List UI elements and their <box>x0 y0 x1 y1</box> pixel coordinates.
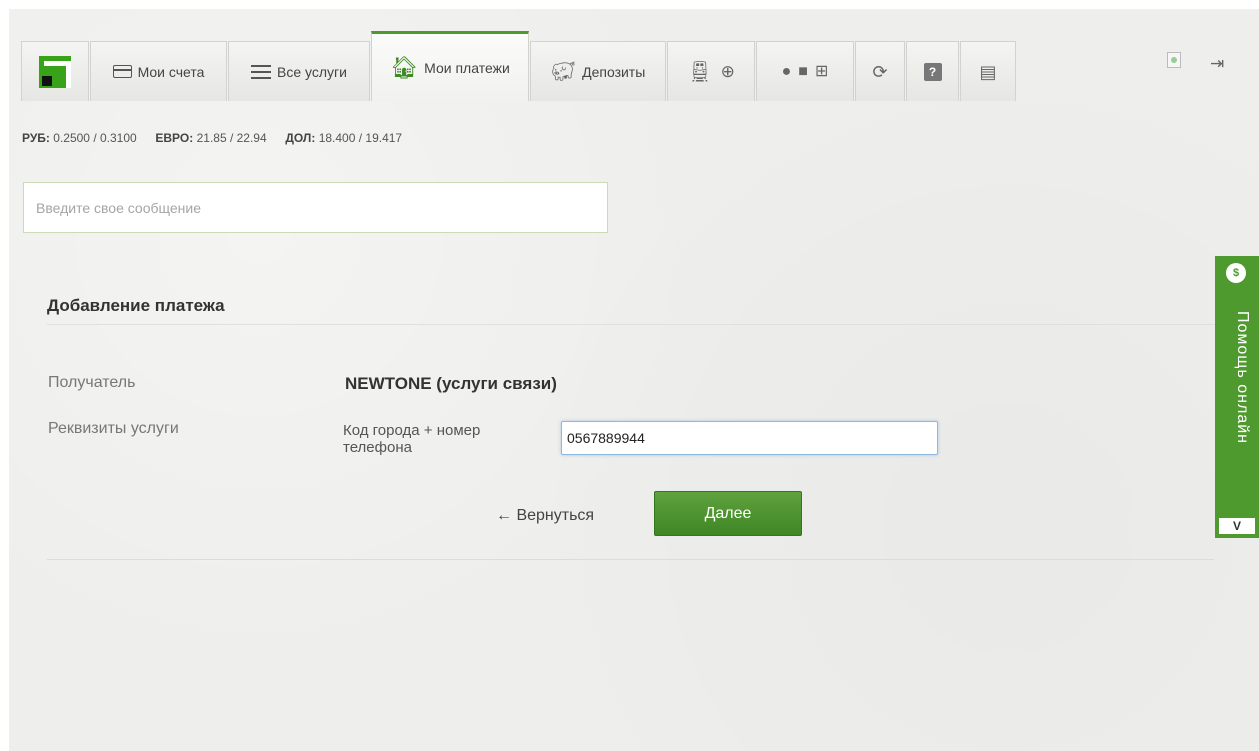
list-icon <box>251 64 272 79</box>
tab-deposits[interactable]: 🐖︎ Депозиты <box>530 41 666 101</box>
eur-rate: 21.85 / 22.94 <box>196 131 267 145</box>
top-navigation: Мои счета Все услуги 🏠︎ Мои платежи 🐖︎ Д… <box>9 9 1259 101</box>
tab-mobile-apps[interactable]: ● ■ ⊞ <box>756 41 854 101</box>
recipient-label: Получатель <box>48 374 136 391</box>
question-icon: ? <box>923 62 942 81</box>
card-icon <box>112 65 132 78</box>
apple-icon: ● <box>781 62 792 80</box>
help-online-tab[interactable]: $ Помощь онлайн V <box>1215 256 1259 538</box>
bank-logo-icon <box>39 55 71 88</box>
divider <box>47 559 1214 560</box>
tab-label: Мои платежи <box>424 59 510 76</box>
clock-icon: ⟳ <box>872 61 888 82</box>
tab-cart[interactable]: ▤ <box>960 41 1016 101</box>
form-title: Добавление платежа <box>47 296 225 315</box>
recipient-value: NEWTONE (услуги связи) <box>345 374 557 393</box>
eur-label: ЕВРО: <box>155 131 194 145</box>
usd-label: ДОЛ: <box>285 131 316 145</box>
service-details-label: Реквизиты услуги <box>48 420 179 437</box>
tab-history[interactable]: ⟳ <box>855 41 905 101</box>
home-icon: 🏠︎ <box>390 54 419 80</box>
tab-my-accounts[interactable]: Мои счета <box>90 41 227 101</box>
tab-all-services[interactable]: Все услуги <box>228 41 370 101</box>
tab-label: Все услуги <box>277 63 347 80</box>
rub-label: РУБ: <box>22 131 50 145</box>
phone-field-label: Код города + номер телефона <box>343 422 481 456</box>
cart-icon: ▤ <box>979 61 997 82</box>
message-input[interactable] <box>23 182 608 233</box>
divider <box>47 324 1257 325</box>
phone-number-input[interactable] <box>561 421 938 455</box>
piggy-bank-icon: 🐖︎ <box>550 60 577 83</box>
chat-icon: $ <box>1226 263 1246 283</box>
currency-rates: РУБ: 0.2500 / 0.3100 ЕВРО: 21.85 / 22.94… <box>22 131 402 145</box>
globe-icon: ⊕ <box>720 62 735 81</box>
tab-travel[interactable]: 🚆︎ ⊕ <box>667 41 755 101</box>
usd-rate: 18.400 / 19.417 <box>318 131 403 145</box>
android-icon: ■ <box>798 62 808 80</box>
tab-my-payments[interactable]: 🏠︎ Мои платежи <box>371 31 529 101</box>
logout-icon[interactable]: ⇥ <box>1210 54 1224 74</box>
help-online-label: Помощь онлайн <box>1234 311 1251 444</box>
next-button[interactable]: Далее <box>654 491 802 536</box>
tab-home-logo[interactable] <box>21 41 89 101</box>
help-toggle[interactable]: V <box>1219 518 1255 534</box>
app-window: Мои счета Все услуги 🏠︎ Мои платежи 🐖︎ Д… <box>9 9 1259 751</box>
train-icon: 🚆︎ <box>687 60 713 83</box>
windows-icon: ⊞ <box>814 62 829 80</box>
tab-label: Мои счета <box>137 63 205 80</box>
tab-label: Депозиты <box>582 63 646 80</box>
user-avatar-icon[interactable] <box>1167 52 1181 68</box>
tab-help[interactable]: ? <box>906 41 959 101</box>
back-link[interactable]: ← Вернуться <box>496 507 594 525</box>
rub-rate: 0.2500 / 0.3100 <box>53 131 137 145</box>
